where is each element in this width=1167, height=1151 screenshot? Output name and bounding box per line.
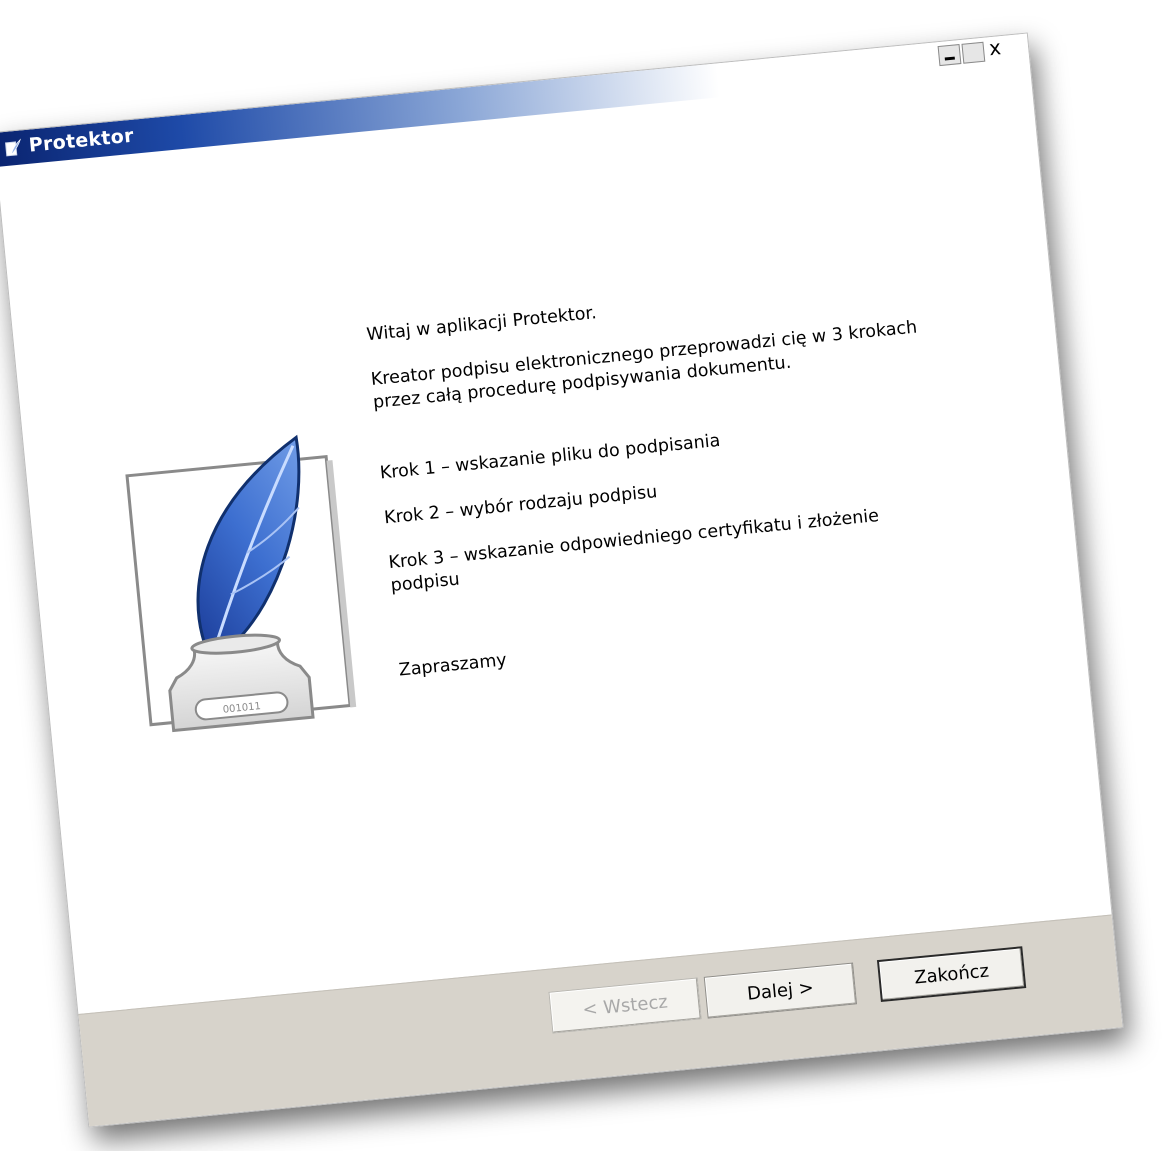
- quill-inkwell-icon: 001011: [125, 434, 357, 733]
- minimize-icon: [944, 56, 955, 61]
- close-button[interactable]: x: [985, 35, 1009, 61]
- button-bar: < Wstecz Dalej > Zakończ: [78, 914, 1123, 1127]
- minimize-button[interactable]: [937, 44, 962, 67]
- window-controls: x: [937, 35, 1010, 67]
- title-bar[interactable]: Protektor x: [0, 33, 1031, 167]
- welcome-content: Witaj w aplikacji Protektor. Kreator pod…: [366, 271, 958, 683]
- window-title: Protektor: [27, 124, 135, 157]
- app-icon: [5, 138, 21, 157]
- closing-text: Zapraszamy: [397, 650, 508, 681]
- close-icon: x: [987, 35, 1002, 61]
- finish-button[interactable]: Zakończ: [876, 946, 1027, 1002]
- back-button[interactable]: < Wstecz: [548, 977, 702, 1034]
- next-button[interactable]: Dalej >: [703, 962, 858, 1019]
- screenshot-stage: Protektor x 001011 Witaj w aplikacji Pro…: [0, 0, 1167, 1151]
- wizard-window: Protektor x 001011 Witaj w aplikacji Pro…: [0, 32, 1124, 1128]
- maximize-button[interactable]: [961, 41, 986, 64]
